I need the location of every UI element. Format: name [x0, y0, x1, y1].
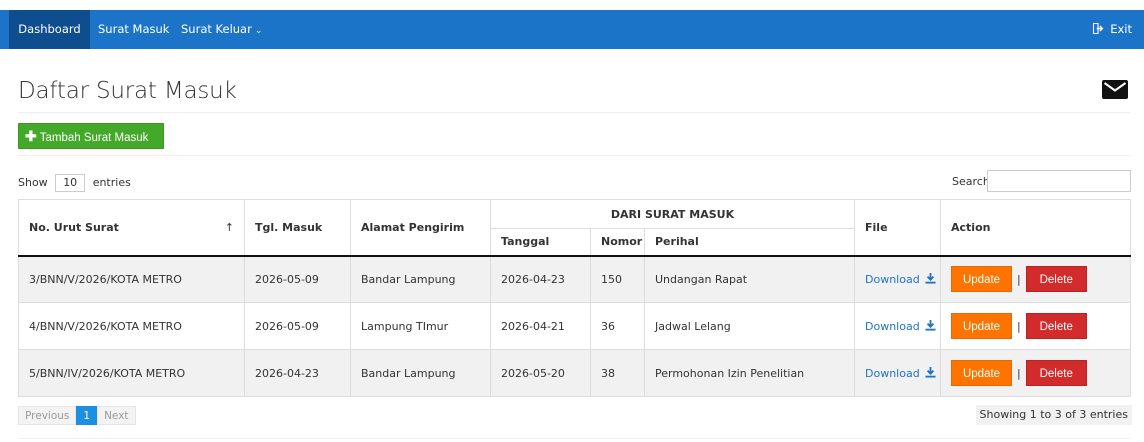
top-navbar: Dashboard Surat Masuk Surat Keluar ⌄ Exit — [0, 10, 1144, 49]
col-header-tgl-masuk[interactable]: Tgl. Masuk — [244, 199, 351, 257]
cell-tanggal: 2026-04-21 — [490, 302, 591, 350]
delete-button[interactable]: Delete — [1025, 313, 1087, 339]
plus-icon: ✚ — [25, 128, 37, 144]
col-header-nomor[interactable]: Nomor — [590, 228, 645, 257]
update-button[interactable]: Update — [951, 266, 1013, 293]
cell-tgl-masuk: 2026-05-09 — [244, 255, 351, 303]
pagination-next[interactable]: Next — [97, 406, 136, 425]
chevron-down-icon: ⌄ — [254, 26, 263, 36]
nav-exit[interactable]: Exit — [1093, 10, 1132, 49]
cell-tgl-masuk: 2026-04-23 — [244, 349, 351, 397]
surat-masuk-table: No. Urut Surat ↑ Tgl. Masuk Alamat Pengi… — [18, 199, 1132, 397]
divider — [18, 155, 1130, 156]
cell-alamat: Bandar Lampung — [350, 255, 491, 303]
cell-perihal: Undangan Rapat — [643, 255, 856, 303]
add-surat-masuk-label: Tambah Surat Masuk — [39, 132, 149, 144]
cell-tanggal: 2026-05-20 — [490, 349, 591, 397]
download-label: Download — [865, 272, 920, 286]
cell-alamat: Bandar Lampung — [350, 349, 491, 397]
page-length-control: Show 10 entries — [18, 174, 131, 192]
nav-surat-keluar-label: Surat Keluar — [181, 22, 252, 36]
download-icon — [925, 366, 936, 378]
table-row: 5/BNN/IV/2026/KOTA METRO 2026-04-23 Band… — [18, 349, 1132, 397]
add-surat-masuk-button[interactable]: ✚ Tambah Surat Masuk — [18, 123, 164, 149]
table-row: 4/BNN/V/2026/KOTA METRO 2026-05-09 Lampu… — [18, 302, 1132, 350]
nav-exit-label: Exit — [1110, 22, 1132, 36]
cell-file: Download — [854, 349, 942, 397]
download-icon — [925, 319, 936, 331]
col-header-no-urut-label: No. Urut Surat — [29, 220, 119, 234]
cell-file: Download — [854, 302, 942, 350]
search-input[interactable] — [987, 170, 1131, 192]
cell-file: Download — [854, 255, 942, 303]
nav-surat-keluar[interactable]: Surat Keluar ⌄ — [181, 10, 262, 49]
table-row: 3/BNN/V/2026/KOTA METRO 2026-05-09 Banda… — [18, 255, 1132, 303]
action-separator: | — [1017, 319, 1021, 333]
pagination-page-current[interactable]: 1 — [76, 406, 98, 425]
cell-perihal: Jadwal Lelang — [643, 302, 856, 350]
cell-no-urut: 4/BNN/V/2026/KOTA METRO — [18, 302, 245, 350]
col-header-no-urut[interactable]: No. Urut Surat ↑ — [18, 199, 245, 257]
browser-top-strip — [0, 0, 1144, 10]
col-header-action[interactable]: Action — [940, 199, 1132, 257]
divider — [18, 438, 1130, 439]
entries-label: entries — [92, 176, 131, 189]
col-header-alamat[interactable]: Alamat Pengirim — [350, 199, 491, 257]
cell-tanggal: 2026-04-23 — [490, 255, 591, 303]
cell-perihal: Permohonan Izin Penelitian — [643, 349, 856, 397]
cell-no-urut: 5/BNN/IV/2026/KOTA METRO — [18, 349, 245, 397]
cell-alamat: Lampung TImur — [350, 302, 491, 350]
update-button[interactable]: Update — [951, 360, 1013, 386]
col-header-file[interactable]: File — [854, 199, 942, 257]
download-link[interactable]: Download — [865, 272, 936, 286]
cell-nomor: 150 — [590, 255, 645, 303]
exit-icon — [1093, 23, 1104, 34]
download-label: Download — [865, 366, 920, 380]
download-label: Download — [865, 319, 920, 333]
nav-surat-masuk[interactable]: Surat Masuk — [98, 10, 169, 49]
cell-action: Update | Delete — [940, 255, 1132, 303]
col-group-dari-surat-masuk: DARI SURAT MASUK — [489, 199, 856, 229]
cell-action: Update | Delete — [940, 349, 1132, 397]
divider — [18, 112, 1130, 113]
download-icon — [925, 272, 936, 284]
table-info: Showing 1 to 3 of 3 entries — [975, 405, 1132, 425]
action-separator: | — [1017, 366, 1021, 380]
sort-asc-icon: ↑ — [224, 220, 234, 234]
cell-nomor: 38 — [590, 349, 645, 397]
action-separator: | — [1017, 272, 1021, 286]
page-title: Daftar Surat Masuk — [18, 78, 237, 104]
col-header-tanggal[interactable]: Tanggal — [490, 228, 591, 257]
cell-tgl-masuk: 2026-05-09 — [244, 302, 351, 350]
download-link[interactable]: Download — [865, 366, 936, 380]
cell-nomor: 36 — [590, 302, 645, 350]
pagination-previous[interactable]: Previous — [18, 406, 77, 425]
cell-action: Update | Delete — [940, 302, 1132, 350]
page-length-select[interactable]: 10 — [55, 174, 86, 192]
cell-no-urut: 3/BNN/V/2026/KOTA METRO — [18, 255, 245, 303]
envelope-icon — [1102, 80, 1128, 99]
show-label: Show — [18, 176, 48, 189]
update-button[interactable]: Update — [951, 313, 1013, 339]
nav-dashboard[interactable]: Dashboard — [9, 10, 90, 49]
delete-button[interactable]: Delete — [1025, 266, 1087, 293]
download-link[interactable]: Download — [865, 319, 936, 333]
col-header-perihal[interactable]: Perihal — [643, 228, 856, 257]
delete-button[interactable]: Delete — [1025, 360, 1087, 386]
pagination: Previous 1 Next — [18, 406, 136, 425]
